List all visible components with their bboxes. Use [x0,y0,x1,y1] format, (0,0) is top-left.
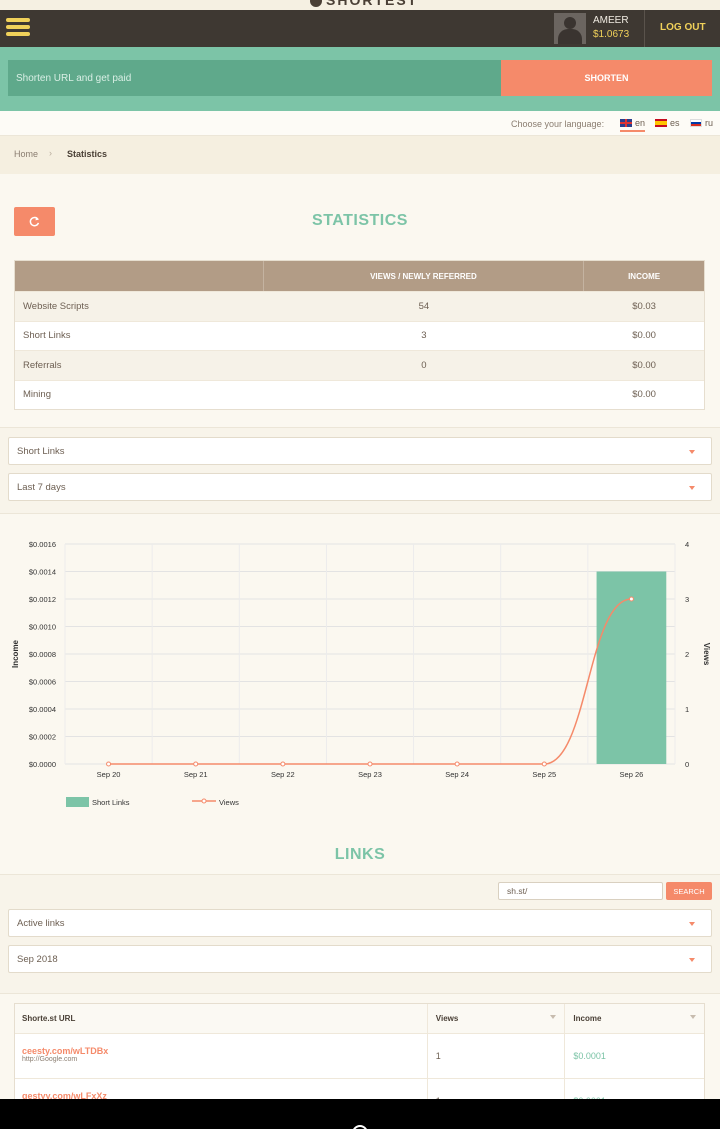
legend-swatch-views-point [201,798,207,804]
language-option-ru[interactable]: ru [690,118,713,128]
language-label: Choose your language: [511,119,605,129]
views-point [106,761,112,767]
table-row: Mining $0.00 [15,379,704,410]
y2-tick-label: 3 [685,595,689,604]
chevron-right-icon: › [49,148,52,158]
y-tick-label: $0.0010 [29,623,56,632]
link-status-select[interactable]: Active links [8,909,712,937]
avatar[interactable] [554,13,586,44]
sort-icon [690,1015,696,1019]
language-option-es[interactable]: es [655,118,680,128]
views-point [367,761,373,767]
table-row: Short Links 3 $0.00 [15,320,704,351]
breadcrumb-current: Statistics [67,149,108,159]
views-point [454,761,460,767]
caret-down-icon [689,486,695,490]
original-url[interactable]: http://Google.com [22,1056,427,1063]
breadcrumb-home-link[interactable]: Home [14,149,38,159]
top-strip: SHORTEST [0,0,720,10]
x-tick-label: Sep 25 [532,770,556,779]
link-type-select[interactable]: Short Links [8,437,712,465]
username: AMEER [593,15,629,26]
y-tick-label: $0.0014 [29,568,56,577]
views-point [193,761,199,767]
home-indicator-icon [352,1125,368,1129]
caret-down-icon [689,922,695,926]
links-search-input[interactable]: sh.st/ [498,882,663,900]
column-header-views[interactable]: Views [428,1004,566,1033]
y2-tick-label: 2 [685,650,689,659]
uk-flag-icon [620,119,632,127]
top-header: AMEER $1.0673 LOG OUT [0,10,720,47]
y-tick-label: $0.0006 [29,678,56,687]
y-tick-label: $0.0016 [29,540,56,549]
shorten-url-input[interactable]: Shorten URL and get paid [8,60,501,96]
y-tick-label: $0.0000 [29,760,56,769]
y-tick-label: $0.0002 [29,733,56,742]
x-tick-label: Sep 22 [271,770,295,779]
statistics-title: STATISTICS [312,212,408,229]
views-point [541,761,547,767]
month-select[interactable]: Sep 2018 [8,945,712,973]
y2-axis-label: Views [702,643,711,666]
russia-flag-icon [690,119,702,127]
y-tick-label: $0.0008 [29,650,56,659]
legend-label: Views [219,798,239,807]
statistics-table-header: VIEWS / NEWLY REFERRED INCOME [15,261,704,291]
views-point [628,596,634,602]
language-selector: Choose your language: en es ru [0,111,720,136]
column-header-income[interactable]: Income [565,1004,704,1033]
y2-tick-label: 1 [685,705,689,714]
column-header-views: VIEWS / NEWLY REFERRED [264,261,585,291]
column-header-income: INCOME [628,271,661,281]
y-axis-label: Income [11,639,20,668]
x-tick-label: Sep 21 [184,770,208,779]
caret-down-icon [689,958,695,962]
column-header-category [15,261,264,291]
statistics-table: VIEWS / NEWLY REFERRED INCOME Website Sc… [14,260,705,410]
table-row: Referrals 0 $0.00 [15,350,704,380]
x-tick-label: Sep 20 [97,770,121,779]
breadcrumb: Home › Statistics [0,136,720,174]
sort-icon [550,1015,557,1019]
logout-button[interactable]: LOG OUT [660,22,706,33]
period-select[interactable]: Last 7 days [8,473,712,501]
y-tick-label: $0.0004 [29,705,56,714]
income-chart: $0.0000 $0.0002 $0.0004 $0.0006 $0.0008 $0.00… [0,520,720,820]
shorten-bar: Shorten URL and get paid SHORTEN [0,47,720,111]
links-table-header: Shorte.st URL Views Income [15,1004,704,1033]
x-tick-label: Sep 24 [445,770,469,779]
caret-down-icon [689,450,695,454]
bottom-bar [0,1099,720,1129]
logo-icon [310,0,322,8]
shorten-button[interactable]: SHORTEN [501,60,712,96]
y2-tick-label: 4 [685,540,689,549]
views-point [280,761,286,767]
x-tick-label: Sep 23 [358,770,382,779]
language-option-en[interactable]: en [620,118,646,132]
legend-swatch-short-links [66,797,89,807]
y2-tick-label: 0 [685,760,689,769]
short-link[interactable]: ceesty.com/wLTDBx [22,1046,427,1056]
income-chart-svg: $0.0000 $0.0002 $0.0004 $0.0006 $0.0008 $0.00… [11,540,711,807]
site-logo[interactable]: SHORTEST [310,0,418,8]
table-row: ceesty.com/wLTDBx http://Google.com 1 $0… [15,1033,704,1078]
column-header-url[interactable]: Shorte.st URL [15,1004,428,1033]
table-row: Website Scripts 54 $0.03 [15,291,704,321]
legend-label: Short Links [92,798,130,807]
search-button[interactable]: SEARCH [666,882,712,900]
spain-flag-icon [655,119,667,127]
header-divider [644,10,645,47]
x-tick-label: Sep 26 [620,770,644,779]
hamburger-menu-icon[interactable] [6,18,30,40]
balance: $1.0673 [593,29,630,40]
y-tick-label: $0.0012 [29,595,56,604]
chart-filter-panel: Short Links Last 7 days [0,427,720,514]
links-title: LINKS [334,846,386,863]
